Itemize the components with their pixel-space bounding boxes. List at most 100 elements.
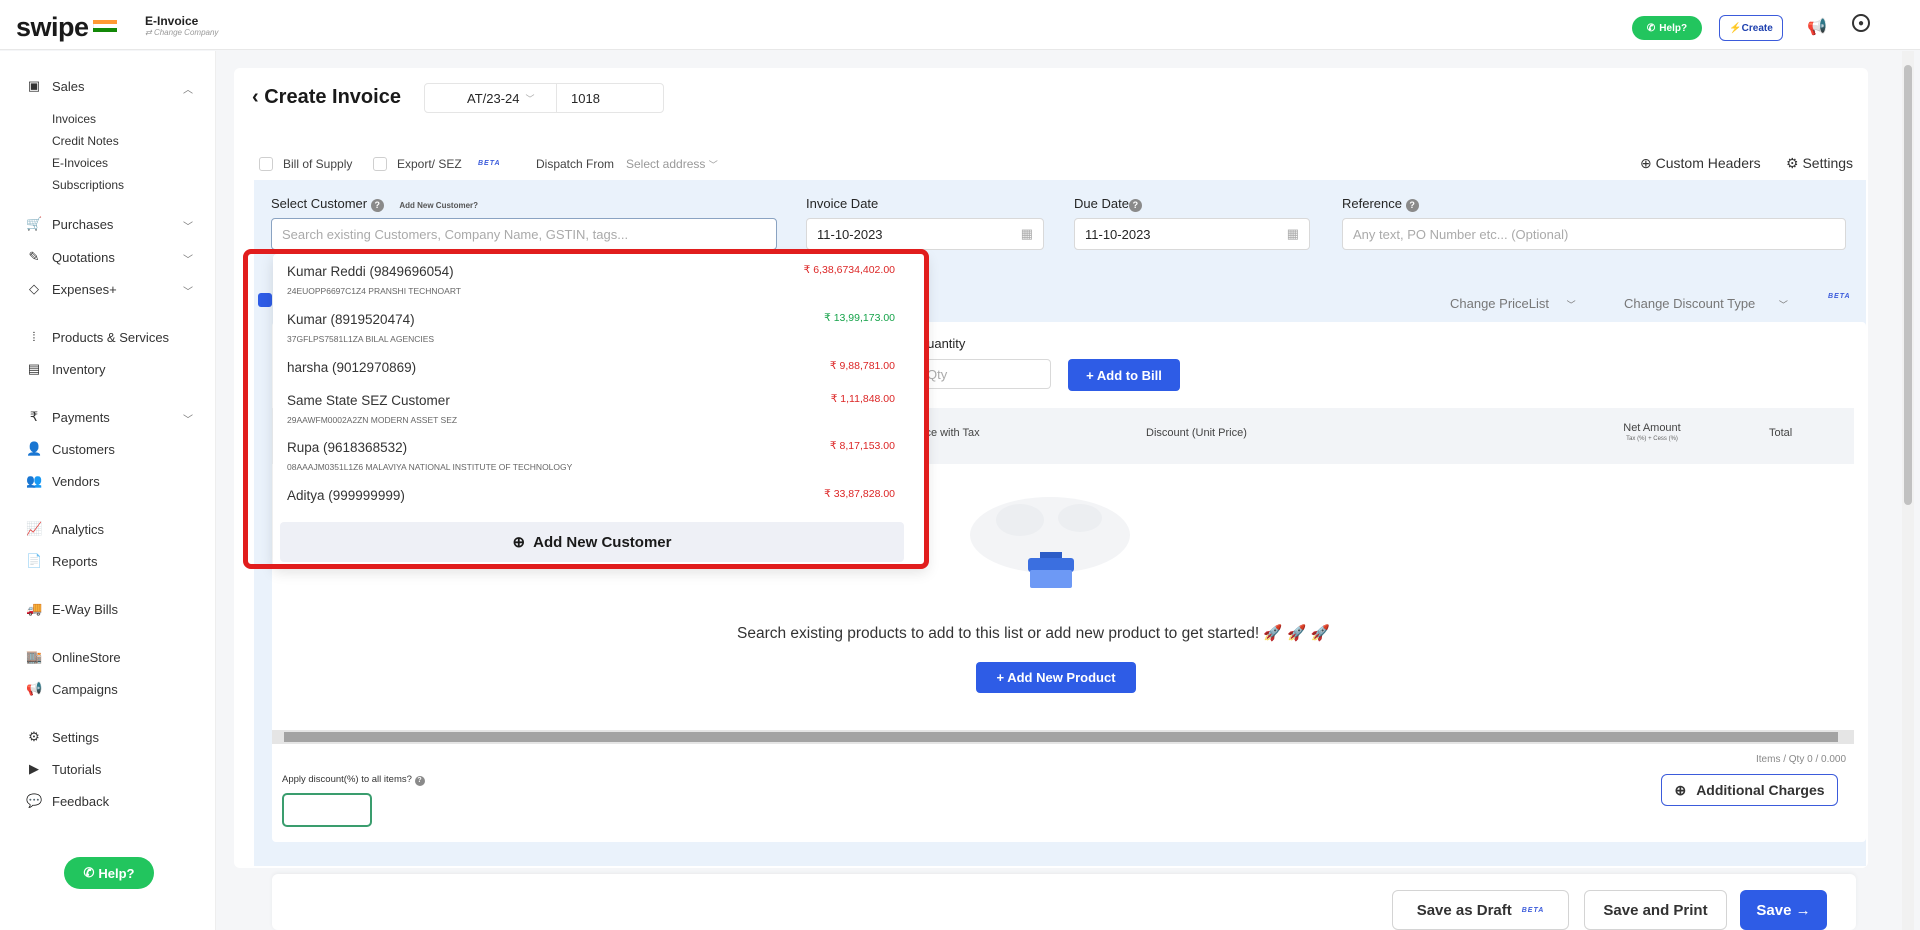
reference-textarea[interactable]: Any text, PO Number etc... (Optional) [1342, 218, 1846, 250]
sidebar-item-expenses[interactable]: ◇ Expenses+ [26, 281, 117, 297]
invoice-number[interactable]: 1018 [557, 91, 600, 106]
scrollbar-thumb[interactable] [284, 732, 1838, 742]
invoice-date-field[interactable]: 11-10-2023 ▦ [806, 218, 1044, 250]
whatsapp-icon: ✆ [83, 865, 95, 880]
customer-placeholder: Search existing Customers, Company Name,… [282, 226, 629, 242]
sidebar-item-customers[interactable]: 👤 Customers [26, 441, 115, 457]
sidebar-item-analytics[interactable]: 📈 Analytics [26, 521, 104, 537]
qty-input[interactable]: Qty [917, 359, 1051, 389]
change-company-label: Change Company [153, 28, 219, 37]
sidebar-item-payments[interactable]: ₹ Payments [26, 409, 110, 425]
sidebar-item-campaigns[interactable]: 📢 Campaigns [26, 681, 118, 697]
chevron-down-icon[interactable]: ﹀ [183, 411, 193, 426]
add-new-customer-link[interactable]: Add New Customer? [399, 201, 478, 210]
whatsapp-help-button[interactable]: ✆ Help? [1632, 16, 1702, 40]
prefix-select[interactable]: AT/23-24 ﹀ [425, 84, 557, 112]
sidebar-item-vendors[interactable]: 👥 Vendors [26, 473, 100, 489]
store-icon: 🏬 [26, 649, 43, 664]
highlight-box [243, 249, 929, 569]
info-icon: ? [370, 199, 384, 212]
label-text: Due Date [1074, 196, 1129, 211]
title-text: Create Invoice [264, 86, 401, 108]
sidebar-item-products[interactable]: ⦙ Products & Services [26, 329, 170, 345]
sidebar-label: Quotations [52, 249, 115, 265]
whatsapp-icon: ✆ [1646, 22, 1656, 34]
export-sez-label: Export/ SEZ [397, 157, 462, 171]
sidebar-item-purchases[interactable]: 🛒 Purchases [26, 216, 113, 232]
sidebar-item-eway-bills[interactable]: 🚚 E-Way Bills [26, 601, 118, 617]
sidebar-item-e-invoices[interactable]: E-Invoices [52, 156, 108, 170]
pen-icon: ✎ [28, 249, 40, 264]
swipe-logo[interactable]: swipe [16, 12, 89, 43]
select-address-dropdown[interactable]: Select address ﹀ [626, 157, 718, 171]
sidebar-label: E-Way Bills [52, 601, 118, 617]
settings-label: Settings [1802, 155, 1854, 171]
select-customer-label: Select Customer ? Add New Customer? [271, 196, 478, 212]
barcode-icon: ⦙ [32, 329, 36, 344]
customer-search-input[interactable]: Search existing Customers, Company Name,… [271, 218, 777, 250]
create-button[interactable]: ⚡ Create [1719, 15, 1783, 41]
sidebar-label: Analytics [52, 521, 105, 537]
change-pricelist-dropdown[interactable]: Change PriceList ﹀ [1450, 296, 1576, 311]
sidebar-item-subscriptions[interactable]: Subscriptions [52, 178, 124, 192]
reference-placeholder: Any text, PO Number etc... (Optional) [1353, 226, 1569, 242]
bill-of-supply-label: Bill of Supply [283, 157, 353, 171]
megaphone-icon[interactable]: 📢 [1806, 16, 1828, 38]
additional-charges-button[interactable]: ⊕ Additional Charges [1661, 774, 1838, 806]
invoice-number-field[interactable]: AT/23-24 ﹀ 1018 [424, 83, 664, 113]
due-date-field[interactable]: 11-10-2023 ▦ [1074, 218, 1310, 250]
sidebar-item-credit-notes[interactable]: Credit Notes [52, 134, 119, 148]
sidebar-help-button[interactable]: ✆ Help? [64, 857, 154, 889]
beta-badge: BETA [1521, 906, 1545, 914]
label-text: Reference [1342, 196, 1402, 211]
scrollbar-thumb[interactable] [1904, 65, 1912, 505]
chevron-up-icon[interactable]: ︿ [183, 81, 193, 96]
chevron-down-icon[interactable]: ﹀ [183, 251, 193, 266]
calendar-icon: ▦ [1286, 226, 1299, 241]
export-sez-checkbox[interactable] [373, 157, 387, 171]
discount-percent-input[interactable] [282, 793, 372, 827]
module-title: E-Invoice [145, 14, 199, 28]
save-print-button[interactable]: Save and Print [1584, 890, 1727, 930]
plus-circle-icon: ⊕ [1674, 781, 1687, 798]
reference-label: Reference ? [1342, 196, 1419, 212]
settings-button[interactable]: ⚙ Settings [1786, 155, 1853, 172]
cash-icon: ▣ [27, 78, 41, 93]
change-discount-dropdown[interactable]: Change Discount Type ﹀ [1624, 296, 1788, 311]
sidebar-item-onlinestore[interactable]: 🏬 OnlineStore [26, 649, 121, 665]
col-total: Total [1769, 427, 1793, 439]
sidebar-item-quotations[interactable]: ✎ Quotations [26, 249, 115, 265]
sidebar-label: Sales [52, 78, 85, 94]
chevron-down-icon: ﹀ [1778, 300, 1788, 310]
back-icon[interactable]: ‹ [252, 86, 264, 108]
sidebar-item-sales[interactable]: ▣ Sales [26, 78, 85, 94]
sidebar-label: Products & Services [52, 329, 170, 345]
chevron-down-icon[interactable]: ﹀ [183, 218, 193, 233]
lightning-icon: ⚡ [1729, 22, 1742, 34]
sidebar-item-inventory[interactable]: ▤ Inventory [26, 361, 106, 377]
add-new-product-button[interactable]: + Add New Product [976, 662, 1136, 693]
youtube-icon: ▶ [29, 761, 39, 776]
custom-headers-button[interactable]: ⊕ Custom Headers [1640, 155, 1761, 172]
prefix-value: AT/23-24 [467, 90, 520, 106]
items-qty-summary: Items / Qty 0 / 0.000 [1756, 754, 1847, 765]
sidebar-label: Expenses+ [52, 281, 117, 297]
info-icon: ? [1405, 199, 1419, 212]
change-company-link[interactable]: ⇄ Change Company [145, 28, 218, 37]
info-icon: ? [1128, 199, 1142, 212]
add-to-bill-button[interactable]: + Add to Bill [1068, 359, 1180, 391]
page-title: ‹ Create Invoice [252, 86, 401, 109]
sidebar-item-reports[interactable]: 📄 Reports [26, 553, 98, 569]
sidebar-item-feedback[interactable]: 💬 Feedback [26, 793, 109, 809]
bill-of-supply-checkbox[interactable] [259, 157, 273, 171]
sidebar-item-tutorials[interactable]: ▶ Tutorials [26, 761, 101, 777]
save-button[interactable]: Save → [1740, 890, 1827, 930]
account-icon[interactable]: ● [1852, 14, 1870, 32]
sidebar-item-settings[interactable]: ⚙ Settings [26, 729, 99, 745]
calendar-icon: ▦ [1020, 226, 1033, 241]
page-scrollbar[interactable] [1902, 51, 1914, 930]
chevron-down-icon[interactable]: ﹀ [183, 283, 193, 298]
save-draft-button[interactable]: Save as Draft BETA [1392, 890, 1569, 930]
col-net-amount: Net Amount [1623, 422, 1681, 434]
sidebar-item-invoices[interactable]: Invoices [52, 112, 96, 126]
